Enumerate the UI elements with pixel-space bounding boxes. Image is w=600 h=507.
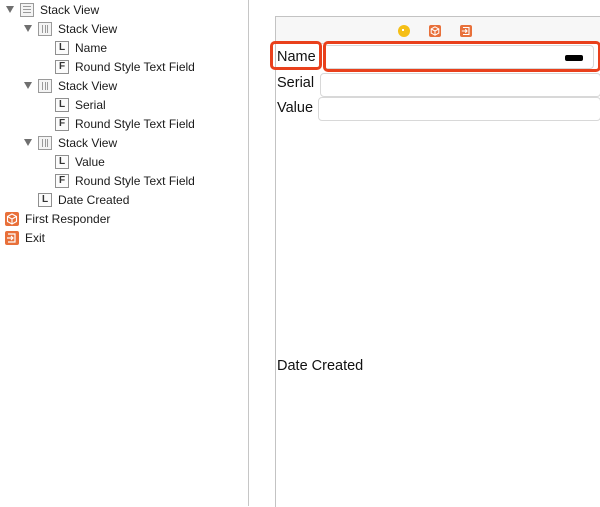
disclosure-triangle-icon[interactable]: [24, 25, 32, 32]
name-label-highlight: [270, 41, 322, 70]
outline-item-name-text-field[interactable]: F Round Style Text Field: [55, 57, 195, 76]
horizontal-stack-view-icon: [38, 78, 52, 93]
label-icon: L: [55, 40, 69, 55]
disclosure-triangle-icon[interactable]: [6, 6, 14, 13]
outline-item-label: Stack View: [40, 2, 100, 17]
horizontal-stack-view-icon: [38, 135, 52, 150]
outline-item-serial-stack-view[interactable]: Stack View: [24, 76, 117, 95]
outline-item-label: Round Style Text Field: [75, 116, 195, 131]
view-controller-icon[interactable]: [398, 25, 410, 37]
outline-item-value-stack-view[interactable]: Stack View: [24, 133, 117, 152]
outline-item-label: Exit: [25, 230, 46, 245]
first-responder-icon[interactable]: [429, 25, 441, 37]
date-created-label[interactable]: Date Created: [277, 358, 363, 374]
outline-item-label: Stack View: [58, 21, 118, 36]
exit-icon: [5, 230, 19, 245]
outline-item-label: Serial: [75, 97, 106, 112]
serial-label[interactable]: Serial: [277, 75, 314, 91]
outline-item-name-stack-view[interactable]: Stack View: [24, 19, 117, 38]
text-field-icon: F: [55, 59, 69, 74]
label-icon: L: [38, 192, 52, 207]
outline-item-serial-text-field[interactable]: F Round Style Text Field: [55, 114, 195, 133]
text-field-icon: F: [55, 173, 69, 188]
outline-item-value-text-field[interactable]: F Round Style Text Field: [55, 171, 195, 190]
outline-item-label: Value: [75, 154, 105, 169]
outline-item-exit[interactable]: Exit: [5, 228, 45, 247]
name-text-field-highlight: [323, 41, 600, 72]
scene-dock: [276, 17, 600, 44]
value-label[interactable]: Value: [277, 100, 313, 116]
exit-icon[interactable]: [460, 25, 472, 37]
outline-item-label: Round Style Text Field: [75, 173, 195, 188]
outline-item-date-created-label[interactable]: L Date Created: [38, 190, 129, 209]
horizontal-stack-view-icon: [38, 21, 52, 36]
outline-item-label: Date Created: [58, 192, 130, 207]
outline-item-first-responder[interactable]: First Responder: [5, 209, 110, 228]
outline-item-label: First Responder: [25, 211, 111, 226]
label-icon: L: [55, 154, 69, 169]
disclosure-triangle-icon[interactable]: [24, 82, 32, 89]
interface-builder-canvas: Name Serial Value Date Created: [249, 0, 600, 507]
outline-item-value-label[interactable]: L Value: [55, 152, 105, 171]
outline-item-outer-stack-view[interactable]: Stack View: [6, 0, 99, 19]
label-icon: L: [55, 97, 69, 112]
outline-item-label: Stack View: [58, 135, 118, 150]
view-controller-scene[interactable]: Name Serial Value Date Created: [270, 16, 600, 507]
outline-item-label: Stack View: [58, 78, 118, 93]
outline-item-name-label[interactable]: L Name: [55, 38, 107, 57]
outline-item-serial-label[interactable]: L Serial: [55, 95, 106, 114]
vertical-stack-view-icon: [20, 2, 34, 17]
disclosure-triangle-icon[interactable]: [24, 139, 32, 146]
text-field-icon: F: [55, 116, 69, 131]
serial-text-field[interactable]: [320, 73, 600, 97]
value-text-field[interactable]: [318, 97, 600, 121]
outline-item-label: Round Style Text Field: [75, 59, 195, 74]
first-responder-icon: [5, 211, 19, 226]
document-outline: Stack View Stack View L Name F Round Sty…: [0, 0, 248, 506]
outline-item-label: Name: [75, 40, 108, 55]
